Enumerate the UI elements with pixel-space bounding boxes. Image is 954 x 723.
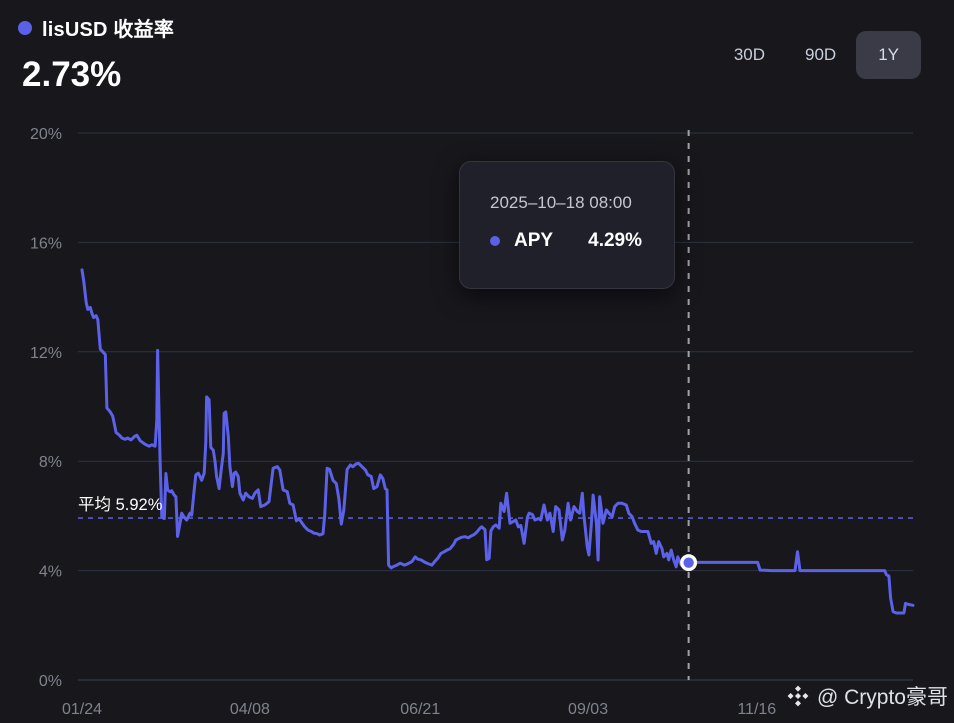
svg-text:12%: 12% (30, 345, 62, 362)
apy-chart-panel: lisUSD 收益率 2.73% 30D 90D 1Y 20% 16% 12% 8% 4… (0, 0, 954, 723)
tooltip-series-row: APY 4.29% (490, 230, 648, 252)
watermark-text: @ Crypto豪哥 (816, 686, 948, 709)
plot-area[interactable]: 20% 16% 12% 8% 4% 0% 01/24 04/08 06/21 09/03 11/1… (0, 0, 954, 723)
tooltip-date: 2025–10–18 08:00 (490, 193, 632, 212)
tooltip-series-value: 4.29% (588, 230, 642, 251)
apy-line (80, 268, 915, 615)
binance-diamond-icon (787, 685, 809, 707)
svg-text:20%: 20% (30, 126, 62, 143)
tooltip-series-dot-icon (490, 236, 500, 246)
svg-text:01/24: 01/24 (62, 701, 102, 718)
x-axis-labels: 01/24 04/08 06/21 09/03 11/16 (62, 701, 776, 718)
highlight-point[interactable] (680, 554, 698, 572)
watermark: @ Crypto豪哥 (786, 681, 948, 711)
svg-text:4%: 4% (39, 564, 62, 581)
svg-text:11/16: 11/16 (737, 701, 776, 718)
svg-text:09/03: 09/03 (568, 701, 608, 718)
average-label: 平均 5.92% (78, 496, 163, 514)
svg-text:8%: 8% (39, 454, 62, 471)
tooltip-series-label: APY (514, 230, 554, 251)
svg-text:04/08: 04/08 (230, 701, 270, 718)
svg-text:16%: 16% (30, 235, 62, 252)
y-axis-labels: 20% 16% 12% 8% 4% 0% (30, 126, 62, 690)
svg-text:0%: 0% (39, 673, 62, 690)
tooltip: 2025–10–18 08:00 APY 4.29% (459, 161, 675, 289)
svg-text:06/21: 06/21 (400, 701, 440, 718)
